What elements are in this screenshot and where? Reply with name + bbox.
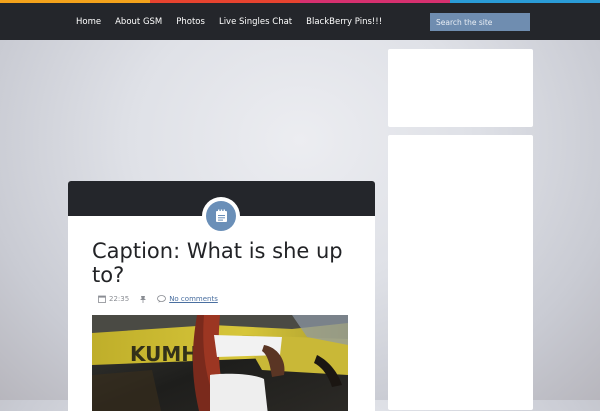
sidebar-widget-bottom: [388, 135, 533, 410]
nav-blackberry-pins[interactable]: BlackBerry Pins!!!: [306, 17, 382, 27]
navigation-bar: Home About GSM Photos Live Singles Chat …: [0, 3, 600, 40]
comment-icon: [157, 295, 167, 303]
search-input[interactable]: Search the site: [430, 13, 530, 31]
post-format-badge: [202, 197, 240, 235]
search-placeholder: Search the site: [436, 17, 493, 27]
pin-icon: [139, 295, 147, 303]
post-time: 22:35: [109, 295, 130, 303]
blog-post: Caption: What is she up to? 22:35 No com…: [68, 181, 375, 411]
comments-link[interactable]: No comments: [169, 295, 218, 303]
post-image[interactable]: KUMH: [92, 315, 348, 411]
nav-home[interactable]: Home: [76, 17, 101, 27]
nav-live-singles-chat[interactable]: Live Singles Chat: [219, 17, 292, 27]
post-title[interactable]: Caption: What is she up to?: [92, 239, 352, 287]
post-meta: 22:35 No comments: [98, 295, 218, 303]
sidebar-widget-top: [388, 49, 533, 127]
calendar-icon: [98, 295, 106, 303]
notepad-icon: [206, 201, 236, 231]
svg-text:KUMH: KUMH: [130, 342, 198, 366]
nav-photos[interactable]: Photos: [176, 17, 205, 27]
nav-about-gsm[interactable]: About GSM: [115, 17, 162, 27]
main-menu: Home About GSM Photos Live Singles Chat …: [76, 3, 396, 40]
